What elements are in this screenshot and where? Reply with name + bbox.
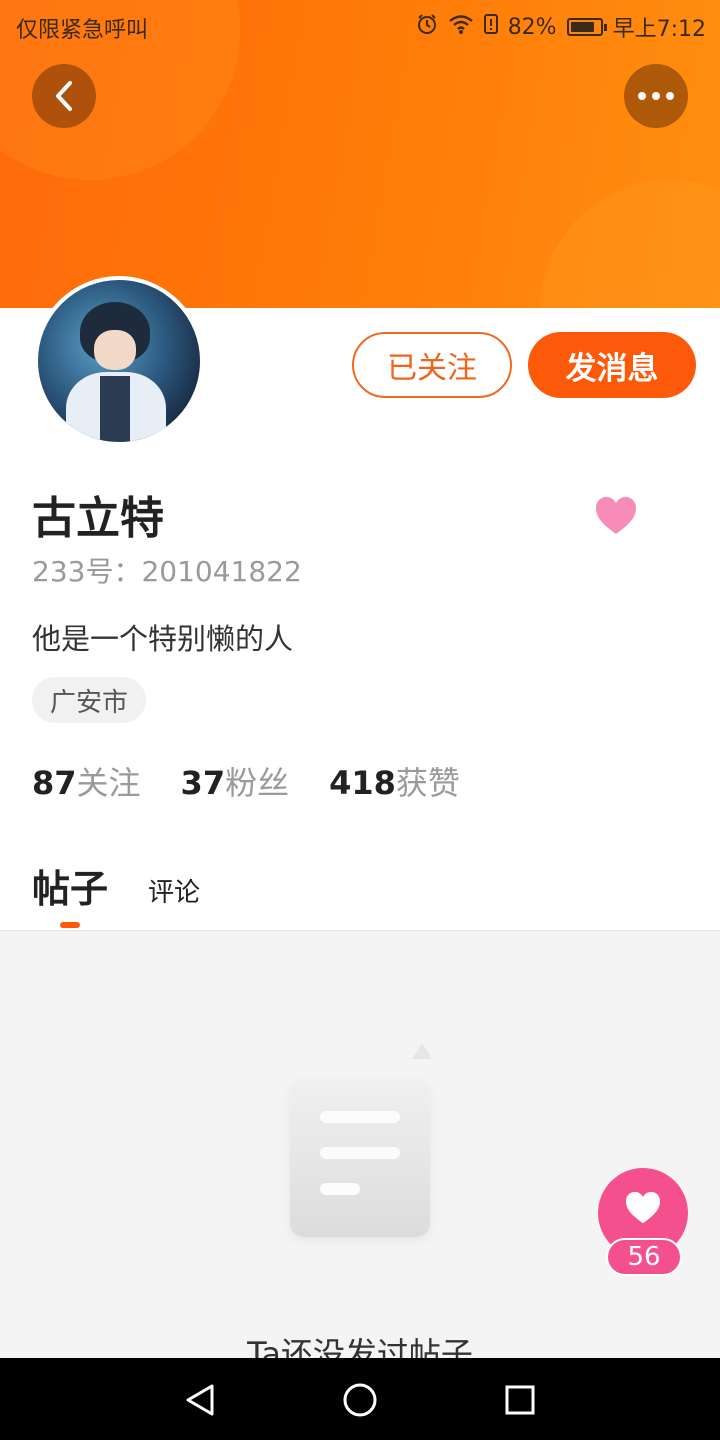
wifi-icon xyxy=(448,13,474,41)
profile-stats: 87关注 37粉丝 418获赞 xyxy=(32,758,460,804)
alarm-icon xyxy=(416,13,438,41)
battery-percent: 82% xyxy=(507,14,557,40)
stat-label: 关注 xyxy=(76,764,141,802)
battery-icon xyxy=(566,18,607,36)
carrier-text: 仅限紧急呼叫 xyxy=(16,18,149,43)
circle-home-icon xyxy=(343,1383,377,1417)
empty-state-text: Ta还没发过帖子 xyxy=(247,1335,473,1358)
square-recents-icon xyxy=(505,1385,535,1415)
avatar[interactable] xyxy=(34,276,204,446)
nav-home-button[interactable] xyxy=(338,1378,382,1422)
triangle-back-icon xyxy=(186,1384,214,1416)
sparkle-decoration xyxy=(412,1043,432,1059)
heart-icon xyxy=(626,1191,660,1224)
profile-bio: 他是一个特别懒的人 xyxy=(32,622,294,656)
stat-following[interactable]: 87关注 xyxy=(32,758,141,804)
user-id: 233号：201041822 xyxy=(32,555,302,588)
like-count-badge: 56 xyxy=(606,1238,682,1276)
clock-time: 早上7:12 xyxy=(612,17,706,42)
profile-tabs: 帖子 评论 xyxy=(32,858,200,928)
stat-label: 获赞 xyxy=(395,764,460,802)
tab-comments[interactable]: 评论 xyxy=(148,872,200,913)
tab-posts[interactable]: 帖子 xyxy=(32,858,109,928)
stat-likes: 418获赞 xyxy=(329,758,460,804)
status-bar: 仅限紧急呼叫 82% 早上7:12 xyxy=(0,0,720,50)
send-message-button[interactable]: 发消息 xyxy=(528,332,696,398)
nav-back-button[interactable] xyxy=(178,1378,222,1422)
stat-number: 37 xyxy=(180,764,226,802)
like-profile-button[interactable] xyxy=(594,496,638,540)
stat-number: 87 xyxy=(32,764,77,802)
stat-followers[interactable]: 37粉丝 xyxy=(181,758,290,804)
profile-name: 古立特 xyxy=(32,493,164,544)
battery-saver-icon xyxy=(483,13,498,41)
more-options-button[interactable] xyxy=(624,64,688,128)
followed-button[interactable]: 已关注 xyxy=(352,332,512,398)
more-dots-icon xyxy=(638,92,674,100)
location-tag: 广安市 xyxy=(32,677,147,723)
nav-recents-button[interactable] xyxy=(498,1378,542,1422)
posts-content-area: Ta还没发过帖子 xyxy=(0,930,720,1358)
stat-number: 418 xyxy=(329,764,396,802)
stat-label: 粉丝 xyxy=(225,764,290,802)
chevron-left-icon xyxy=(56,81,72,111)
system-navigation-bar xyxy=(0,1358,720,1440)
empty-document-icon xyxy=(290,1079,430,1237)
back-button[interactable] xyxy=(32,64,96,128)
tab-label: 帖子 xyxy=(32,867,109,911)
heart-icon xyxy=(596,497,636,534)
tab-indicator xyxy=(60,922,80,928)
